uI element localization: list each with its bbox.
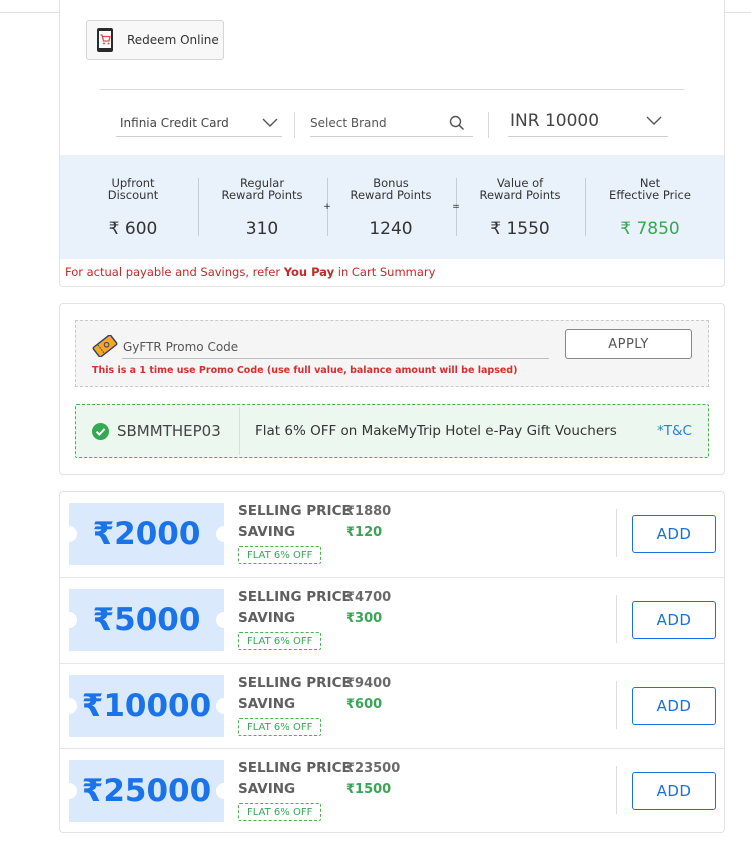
- saving-label: SAVING: [238, 610, 296, 626]
- saving-label: SAVING: [238, 696, 296, 712]
- summary-value: 310: [245, 219, 279, 239]
- saving-value: ₹1500: [346, 782, 392, 797]
- selling-price-label: SELLING PRICE: [238, 589, 351, 605]
- note-text: in Cart Summary: [334, 265, 436, 279]
- net-price-value: ₹ 7850: [620, 219, 680, 239]
- discount-badge: FLAT 6% OFF: [238, 546, 322, 564]
- promo-code-label: GyFTR Promo Code: [123, 340, 239, 354]
- voucher-denomination: ₹10000: [61, 675, 232, 737]
- summary-reward-value: Value of Reward Points ₹ 1550: [456, 177, 584, 239]
- add-button[interactable]: ADD: [632, 515, 716, 553]
- add-button[interactable]: ADD: [632, 772, 716, 810]
- savings-summary: Upfront Discount ₹ 600 Regular Reward Poin…: [60, 155, 724, 259]
- terms-link[interactable]: *T&C: [657, 423, 692, 439]
- redeem-online-label: Redeem Online: [127, 33, 219, 47]
- saving-value: ₹300: [346, 611, 383, 626]
- summary-label: Discount: [107, 188, 159, 202]
- card-select[interactable]: Infinia Credit Card: [116, 110, 282, 137]
- card-select-value: Infinia Credit Card: [120, 116, 229, 130]
- search-icon[interactable]: [449, 115, 465, 131]
- note-emphasis: You Pay: [283, 265, 335, 279]
- summary-value: ₹ 1550: [490, 219, 550, 239]
- check-circle-icon: [92, 423, 109, 440]
- voucher-list: ₹2000 SELLING PRICE ₹1880 SAVING ₹120 FL…: [59, 491, 725, 833]
- summary-label: Reward Points: [221, 188, 303, 202]
- promo-code-input[interactable]: [122, 358, 549, 359]
- denomination-amount: ₹5000: [92, 602, 201, 638]
- applied-coupon: SBMMTHEP03 Flat 6% OFF on MakeMyTrip Hot…: [75, 404, 709, 458]
- voucher-row: ₹2000 SELLING PRICE ₹1880 SAVING ₹120 FL…: [60, 492, 724, 577]
- filter-separator: [488, 112, 489, 138]
- filter-separator: [294, 112, 295, 138]
- summary-upfront-discount: Upfront Discount ₹ 600: [69, 177, 197, 239]
- saving-label: SAVING: [238, 524, 296, 540]
- summary-label: Reward Points: [479, 188, 561, 202]
- filter-divider: [100, 89, 684, 90]
- selling-price-value: ₹1880: [346, 504, 392, 519]
- promo-ticket-icon: [92, 335, 118, 357]
- discount-badge: FLAT 6% OFF: [238, 803, 322, 821]
- selling-price-value: ₹9400: [346, 676, 392, 691]
- denomination-amount: ₹25000: [81, 773, 212, 809]
- filter-card: Redeem Online Infinia Credit Card Select…: [59, 0, 725, 287]
- saving-label: SAVING: [238, 781, 296, 797]
- add-button[interactable]: ADD: [632, 687, 716, 725]
- selling-price-label: SELLING PRICE: [238, 503, 351, 519]
- coupon-divider: [239, 407, 240, 455]
- redeem-online-button[interactable]: Redeem Online: [86, 20, 224, 60]
- note-text: For actual payable and Savings, refer: [65, 265, 284, 279]
- payable-note: For actual payable and Savings, refer Yo…: [65, 265, 435, 279]
- summary-label: Effective Price: [609, 188, 691, 202]
- selling-price-label: SELLING PRICE: [238, 675, 351, 691]
- selling-price-value: ₹23500: [346, 761, 401, 776]
- discount-badge: FLAT 6% OFF: [238, 632, 322, 650]
- promo-warning: This is a 1 time use Promo Code (use ful…: [92, 365, 518, 376]
- amount-select[interactable]: INR 10000: [508, 106, 668, 137]
- summary-regular-points: Regular Reward Points 310: [198, 177, 326, 239]
- row-divider: [616, 595, 617, 643]
- summary-value: 1240: [369, 219, 413, 239]
- summary-bonus-points: Bonus Reward Points 1240: [327, 177, 455, 239]
- voucher-denomination: ₹5000: [61, 589, 232, 651]
- brand-search-placeholder: Select Brand: [310, 116, 387, 130]
- row-divider: [616, 509, 617, 557]
- summary-label: Reward Points: [350, 188, 432, 202]
- apply-button[interactable]: APPLY: [565, 329, 692, 359]
- summary-value: ₹ 600: [108, 219, 158, 239]
- selling-price-label: SELLING PRICE: [238, 760, 351, 776]
- voucher-row: ₹25000 SELLING PRICE ₹23500 SAVING ₹1500…: [60, 748, 724, 833]
- coupon-code: SBMMTHEP03: [117, 422, 221, 440]
- summary-net-price: Net Effective Price ₹ 7850: [586, 177, 714, 239]
- add-button[interactable]: ADD: [632, 601, 716, 639]
- denomination-amount: ₹10000: [81, 688, 212, 724]
- shopping-cart-icon: [97, 28, 113, 52]
- voucher-denomination: ₹25000: [61, 760, 232, 822]
- promo-code-box: GyFTR Promo Code This is a 1 time use Pr…: [75, 320, 709, 387]
- denomination-amount: ₹2000: [92, 516, 201, 552]
- brand-search-input[interactable]: Select Brand: [310, 110, 473, 137]
- chevron-down-icon: [262, 118, 278, 127]
- discount-badge: FLAT 6% OFF: [238, 718, 322, 736]
- saving-value: ₹120: [346, 525, 383, 540]
- chevron-down-icon: [646, 116, 662, 125]
- row-divider: [616, 681, 617, 729]
- voucher-row: ₹5000 SELLING PRICE ₹4700 SAVING ₹300 FL…: [60, 577, 724, 662]
- coupon-offer: Flat 6% OFF on MakeMyTrip Hotel e-Pay Gi…: [255, 423, 617, 439]
- voucher-denomination: ₹2000: [61, 503, 232, 565]
- selling-price-value: ₹4700: [346, 590, 392, 605]
- amount-select-value: INR 10000: [510, 111, 600, 131]
- voucher-row: ₹10000 SELLING PRICE ₹9400 SAVING ₹600 F…: [60, 663, 724, 748]
- row-divider: [616, 766, 617, 814]
- promo-card: GyFTR Promo Code This is a 1 time use Pr…: [59, 303, 725, 475]
- saving-value: ₹600: [346, 697, 383, 712]
